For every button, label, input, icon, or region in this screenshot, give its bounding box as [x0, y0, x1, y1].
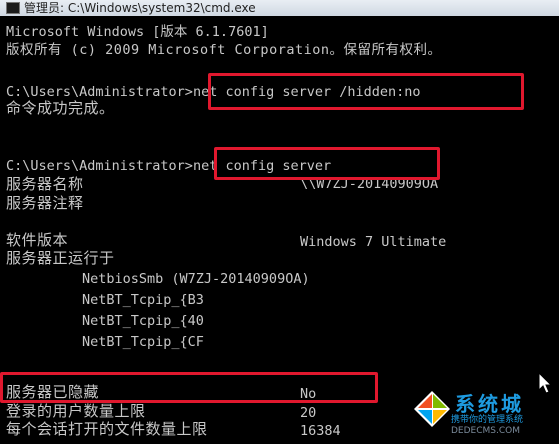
cmd-window: 管理员: C:\Windows\system32\cmd.exe Microso…: [0, 0, 559, 444]
highlight-box-server-hidden: [0, 372, 378, 403]
max-files-label: 每个会话打开的文件数量上限: [6, 420, 208, 438]
server-running-label: 服务器正运行于: [6, 249, 115, 267]
version-line: Microsoft Windows [版本 6.1.7601]: [6, 24, 269, 40]
windows-logo-icon: [414, 391, 450, 427]
prompt-2: C:\Users\Administrator>: [6, 158, 193, 174]
highlight-box-command-2: [214, 147, 440, 180]
watermark: 系统城 携带你的管理系统 DEDECMS.COM: [405, 384, 559, 444]
server-comment-label: 服务器注释: [6, 194, 84, 212]
highlight-box-command-1: [208, 73, 524, 110]
max-files-value: 16384: [300, 423, 341, 439]
software-version-label: 软件版本: [6, 231, 69, 249]
transport-item: NetBT_Tcpip_{CF: [82, 334, 204, 350]
transport-item: NetBT_Tcpip_{B3: [82, 292, 204, 308]
transport-item: NetBT_Tcpip_{40: [82, 313, 204, 329]
copyright-line: 版权所有 (c) 2009 Microsoft Corporation。保留所有…: [6, 42, 442, 58]
prompt-1: C:\Users\Administrator>: [6, 84, 193, 100]
result-line-1: 命令成功完成。: [6, 99, 115, 117]
transport-item: NetbiosSmb (W7ZJ-20140909OA): [82, 271, 310, 287]
watermark-subtitle: 携带你的管理系统: [451, 415, 524, 425]
max-users-value: 20: [300, 405, 317, 421]
server-name-label: 服务器名称: [6, 175, 84, 193]
software-version-value: Windows 7 Ultimate: [300, 234, 447, 250]
max-users-label: 登录的用户数量上限: [6, 402, 146, 420]
watermark-url: DEDECMS.COM: [451, 426, 520, 436]
